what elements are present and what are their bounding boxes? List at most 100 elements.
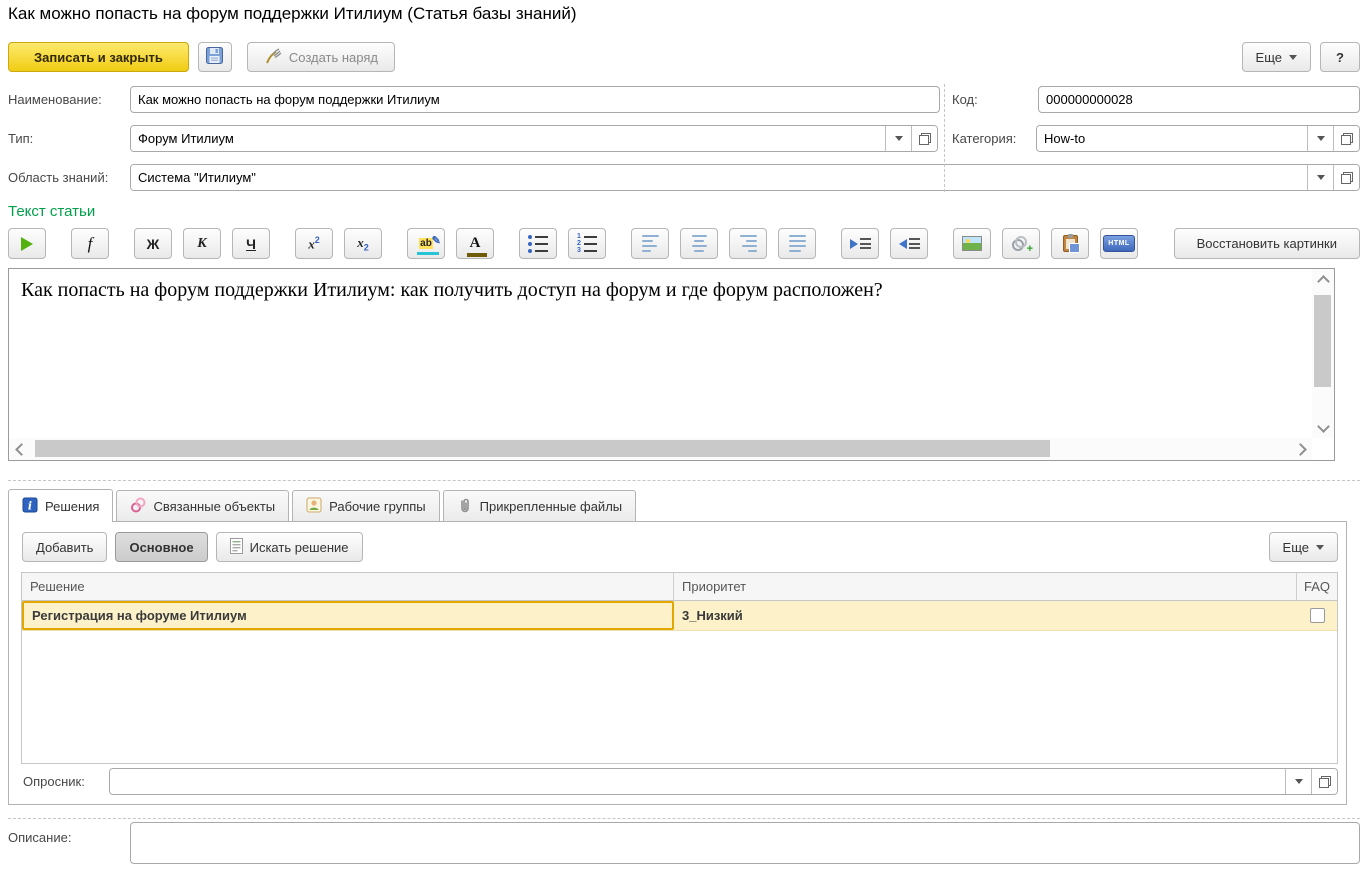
add-button[interactable]: Добавить	[22, 532, 107, 562]
table-header: Решение Приоритет FAQ	[22, 573, 1337, 601]
align-right-button[interactable]	[729, 228, 767, 259]
indent-button[interactable]	[841, 228, 879, 259]
bold-icon: Ж	[147, 236, 160, 252]
html-mode-button[interactable]: HTML	[1100, 228, 1138, 259]
bulleted-list-icon	[528, 235, 548, 253]
knowledge-area-input[interactable]	[131, 165, 1307, 190]
vertical-scrollbar-thumb[interactable]	[1314, 295, 1331, 387]
save-button[interactable]	[198, 42, 232, 72]
insert-image-button[interactable]	[953, 228, 991, 259]
knowledge-area-open-button[interactable]	[1333, 165, 1359, 190]
fields-divider	[944, 84, 945, 192]
description-textarea[interactable]	[130, 822, 1360, 864]
tab-linked-objects[interactable]: Связанные объекты	[116, 490, 289, 521]
subscript-button[interactable]: x2	[344, 228, 382, 259]
tab-workgroups[interactable]: Рабочие группы	[292, 490, 439, 521]
chevron-up-icon	[1317, 275, 1330, 288]
clipboard-paste-icon	[1063, 235, 1078, 252]
align-center-button[interactable]	[680, 228, 718, 259]
priority-cell[interactable]: 3_Низкий	[674, 601, 1297, 630]
restore-images-button[interactable]: Восстановить картинки	[1174, 228, 1360, 259]
questionnaire-input[interactable]	[110, 769, 1285, 794]
scroll-right-button[interactable]	[1290, 438, 1310, 460]
highlight-color-button[interactable]: ab✎	[407, 228, 445, 259]
knowledge-area-dropdown-button[interactable]	[1307, 165, 1333, 190]
html-icon: HTML	[1103, 235, 1134, 252]
link-add-icon: +	[1011, 236, 1031, 252]
chevron-down-icon	[1289, 55, 1297, 60]
main-button[interactable]: Основное	[115, 532, 207, 562]
scroll-up-button[interactable]	[1312, 271, 1334, 291]
questionnaire-dropdown-button[interactable]	[1285, 769, 1311, 794]
category-input[interactable]	[1037, 126, 1307, 151]
bulleted-list-button[interactable]	[519, 228, 557, 259]
underline-button[interactable]: Ч	[232, 228, 270, 259]
name-input[interactable]	[130, 86, 940, 113]
editor-toolbar: f Ж К Ч x2 x2 ab✎ A 1 2 3 +	[8, 228, 1360, 259]
tab-attached-files[interactable]: Прикрепленные файлы	[443, 490, 637, 521]
chevron-down-icon	[1295, 779, 1303, 784]
scroll-down-button[interactable]	[1312, 416, 1334, 436]
solutions-panel: Добавить Основное Искать решение Еще Реш…	[8, 521, 1347, 805]
type-open-button[interactable]	[911, 126, 937, 151]
font-color-icon: A	[470, 235, 481, 252]
article-editor[interactable]: Как попасть на форум поддержки Итилиум: …	[8, 268, 1335, 461]
play-icon	[21, 237, 33, 251]
align-left-button[interactable]	[631, 228, 669, 259]
type-label: Тип:	[8, 131, 130, 146]
category-open-button[interactable]	[1333, 126, 1359, 151]
brush-icon	[264, 48, 282, 67]
help-button[interactable]: ?	[1320, 42, 1360, 72]
questionnaire-open-button[interactable]	[1311, 769, 1337, 794]
bold-button[interactable]: Ж	[134, 228, 172, 259]
formula-button[interactable]: f	[71, 228, 109, 259]
align-justify-button[interactable]	[778, 228, 816, 259]
superscript-button[interactable]: x2	[295, 228, 333, 259]
category-field-row: Категория:	[952, 125, 1360, 152]
type-combo	[130, 125, 938, 152]
horizontal-scrollbar[interactable]	[9, 438, 1312, 460]
insert-link-button[interactable]: +	[1002, 228, 1040, 259]
svg-text:i: i	[28, 499, 32, 512]
horizontal-scrollbar-thumb[interactable]	[35, 440, 1050, 457]
numbered-list-icon: 1 2 3	[577, 235, 597, 253]
outdent-button[interactable]	[890, 228, 928, 259]
tab-label: Связанные объекты	[153, 499, 275, 514]
code-input[interactable]	[1038, 86, 1360, 113]
search-solution-button[interactable]: Искать решение	[216, 532, 363, 562]
solutions-more-button[interactable]: Еще	[1269, 532, 1338, 562]
separator	[8, 480, 1360, 481]
faq-checkbox[interactable]	[1310, 608, 1325, 623]
chevron-right-icon	[1294, 443, 1307, 456]
italic-button[interactable]: К	[183, 228, 221, 259]
questionnaire-combo	[109, 768, 1338, 795]
tab-bar: i Решения Связанные объекты Рабочие груп…	[8, 489, 639, 521]
tab-solutions[interactable]: i Решения	[8, 489, 113, 522]
column-header-priority[interactable]: Приоритет	[674, 573, 1297, 600]
type-dropdown-button[interactable]	[885, 126, 911, 151]
numbered-list-button[interactable]: 1 2 3	[568, 228, 606, 259]
underline-icon: Ч	[246, 236, 256, 252]
table-row[interactable]: Регистрация на форуме Итилиум 3_Низкий	[22, 601, 1337, 631]
info-icon: i	[22, 497, 38, 516]
faq-cell	[1297, 601, 1337, 630]
open-link-icon	[1341, 133, 1353, 145]
vertical-scrollbar[interactable]	[1312, 269, 1334, 438]
solution-cell[interactable]: Регистрация на форуме Итилиум	[22, 601, 674, 630]
column-header-solution[interactable]: Решение	[22, 573, 674, 600]
open-link-icon	[1319, 776, 1331, 788]
create-order-button[interactable]: Создать наряд	[247, 42, 395, 72]
preview-button[interactable]	[8, 228, 46, 259]
column-header-faq[interactable]: FAQ	[1297, 573, 1337, 600]
outdent-icon	[899, 238, 920, 249]
article-text[interactable]: Как попасть на форум поддержки Итилиум: …	[9, 269, 1312, 438]
paste-button[interactable]	[1051, 228, 1089, 259]
font-color-button[interactable]: A	[456, 228, 494, 259]
save-and-close-button[interactable]: Записать и закрыть	[8, 42, 189, 72]
category-combo	[1036, 125, 1360, 152]
category-dropdown-button[interactable]	[1307, 126, 1333, 151]
image-icon	[962, 236, 982, 251]
type-input[interactable]	[131, 126, 885, 151]
more-button[interactable]: Еще	[1242, 42, 1311, 72]
scroll-left-button[interactable]	[11, 438, 31, 460]
